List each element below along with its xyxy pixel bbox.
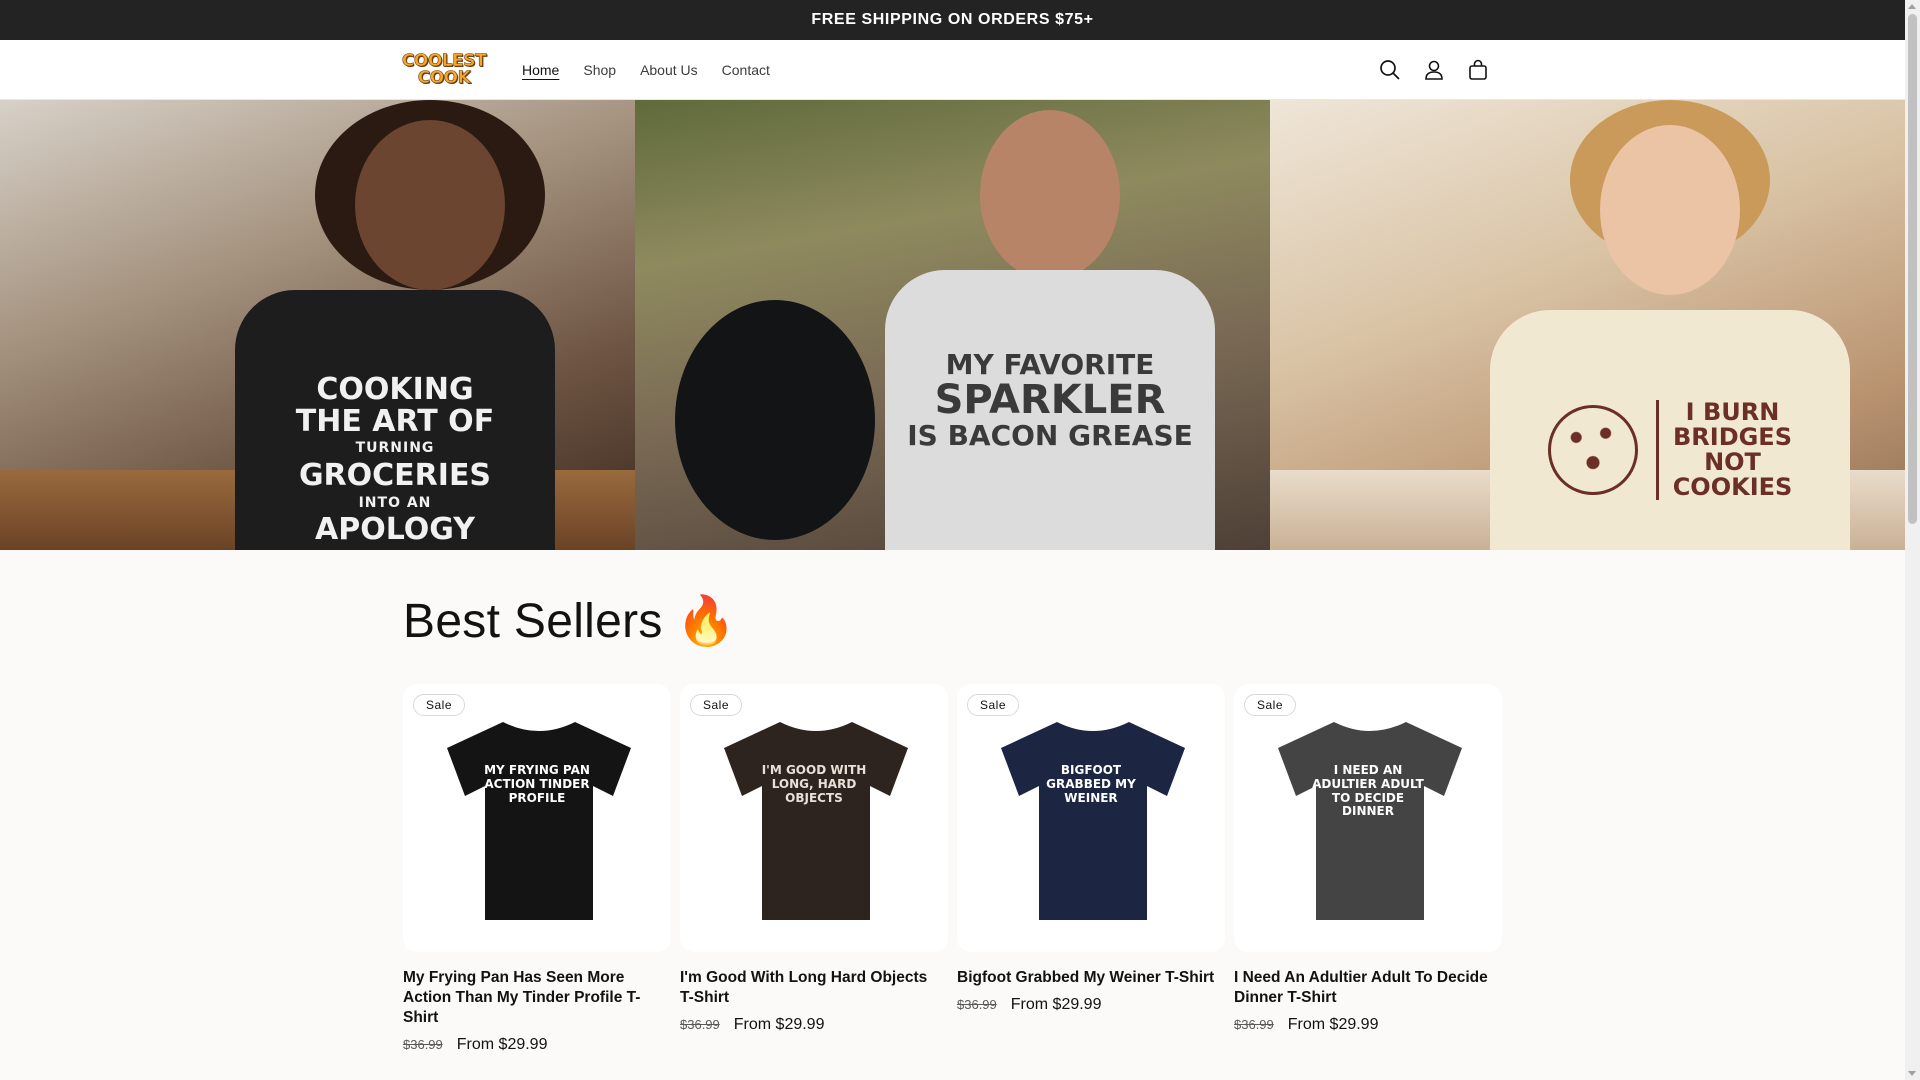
tshirt-icon: [1001, 722, 1185, 920]
regular-price: $36.99: [957, 997, 997, 1012]
shirt-text: is bacon grease: [907, 419, 1193, 452]
tshirt-icon: [724, 722, 908, 920]
hero-shirt-cooking: Cooking the art of turning groceries int…: [235, 290, 555, 550]
tshirt-icon: [447, 722, 631, 920]
product-title[interactable]: I'm Good With Long Hard Objects T-Shirt: [680, 968, 948, 1008]
regular-price: $36.99: [1234, 1017, 1274, 1032]
shirt-text: into an: [358, 494, 432, 511]
shirt-text: turning: [355, 440, 435, 457]
shirt-text: the art of: [295, 403, 495, 439]
scroll-up-arrow-icon[interactable]: [1908, 4, 1916, 9]
grill-shape: [675, 300, 875, 540]
sale-price: From $29.99: [1010, 996, 1102, 1013]
sale-price: From $29.99: [1287, 1016, 1379, 1033]
regular-price: $36.99: [403, 1037, 443, 1052]
shirt-text: My favorite: [945, 347, 1155, 381]
search-icon[interactable]: [1378, 58, 1402, 82]
sale-badge: Sale: [413, 694, 466, 716]
shirt-text: cookies: [1672, 473, 1793, 502]
shirt-text: Cooking: [316, 372, 474, 408]
hero-image-baking: I burn bridges not cookies: [1270, 100, 1905, 550]
shirt-text: I burn: [1685, 397, 1780, 426]
shirt-text: groceries: [298, 458, 492, 493]
person-head: [1600, 125, 1740, 295]
hero-banner: Cooking the art of turning groceries int…: [0, 100, 1905, 550]
shirt-text: not: [1704, 448, 1761, 476]
tshirt-print-text: My Frying Pan Action Tinder Profile: [484, 763, 590, 805]
announcement-bar: FREE SHIPPING ON ORDERS $75+: [0, 0, 1905, 40]
person-head: [980, 110, 1120, 280]
page-scrollbar[interactable]: [1905, 0, 1920, 1080]
nav-shop[interactable]: Shop: [571, 62, 628, 78]
nav-home[interactable]: Home: [510, 62, 571, 78]
logo-line-2: COOK: [417, 68, 471, 88]
cookie-icon: [1547, 405, 1638, 495]
product-image[interactable]: Sale I'm good with long, hard objects: [680, 684, 948, 952]
tshirt-print-text: Bigfoot grabbed my Weiner: [1046, 763, 1136, 805]
site-logo[interactable]: COOLEST COOK: [402, 50, 487, 90]
nav-contact[interactable]: Contact: [710, 62, 782, 78]
shirt-text: Sparkler: [934, 377, 1166, 423]
header-icons: [1378, 40, 1490, 100]
sale-price: From $29.99: [456, 1036, 548, 1053]
sale-badge: Sale: [1244, 694, 1297, 716]
tshirt-print-text: I need an adultier adult to decide dinne…: [1312, 763, 1424, 819]
hero-shirt-sparkler: My favorite Sparkler is bacon grease: [885, 270, 1215, 550]
person-head: [355, 120, 505, 290]
sale-badge: Sale: [967, 694, 1020, 716]
shirt-text: apology: [315, 512, 475, 548]
shirt-text: bridges: [1672, 422, 1792, 451]
product-price: $36.99 From $29.99: [957, 996, 1225, 1014]
hero-image-cooking: Cooking the art of turning groceries int…: [0, 100, 635, 550]
main-nav: Home Shop About Us Contact: [510, 40, 782, 100]
scroll-down-arrow-icon[interactable]: [1908, 1071, 1916, 1076]
hero-image-grilling: My favorite Sparkler is bacon grease: [635, 100, 1270, 550]
product-title[interactable]: My Frying Pan Has Seen More Action Than …: [403, 968, 671, 1028]
site-header: COOLEST COOK Home Shop About Us Contact: [0, 40, 1905, 100]
product-image[interactable]: Sale My Frying Pan Action Tinder Profile: [403, 684, 671, 952]
product-image[interactable]: Sale Bigfoot grabbed my Weiner: [957, 684, 1225, 952]
regular-price: $36.99: [680, 1017, 720, 1032]
hero-shirt-cookies: I burn bridges not cookies: [1490, 310, 1850, 550]
product-image[interactable]: Sale I need an adultier adult to decide …: [1234, 684, 1502, 952]
product-title[interactable]: Bigfoot Grabbed My Weiner T-Shirt: [957, 968, 1225, 988]
account-icon[interactable]: [1422, 58, 1446, 82]
announcement-text: FREE SHIPPING ON ORDERS $75+: [811, 11, 1094, 28]
sale-price: From $29.99: [733, 1016, 825, 1033]
nav-about-us[interactable]: About Us: [628, 62, 710, 78]
scrollbar-thumb[interactable]: [1908, 14, 1917, 524]
product-price: $36.99 From $29.99: [403, 1036, 671, 1054]
product-card[interactable]: Sale Bigfoot grabbed my Weiner Bigfoot G…: [957, 684, 1225, 1014]
product-card[interactable]: Sale I'm good with long, hard objects I'…: [680, 684, 948, 1034]
sale-badge: Sale: [690, 694, 743, 716]
product-title[interactable]: I Need An Adultier Adult To Decide Dinne…: [1234, 968, 1502, 1008]
product-card[interactable]: Sale My Frying Pan Action Tinder Profile…: [403, 684, 671, 1054]
section-title-best-sellers: Best Sellers 🔥: [403, 595, 737, 648]
tshirt-print-text: I'm good with long, hard objects: [761, 763, 867, 805]
product-card[interactable]: Sale I need an adultier adult to decide …: [1234, 684, 1502, 1034]
cart-icon[interactable]: [1466, 58, 1490, 82]
product-price: $36.99 From $29.99: [1234, 1016, 1502, 1034]
product-price: $36.99 From $29.99: [680, 1016, 948, 1034]
